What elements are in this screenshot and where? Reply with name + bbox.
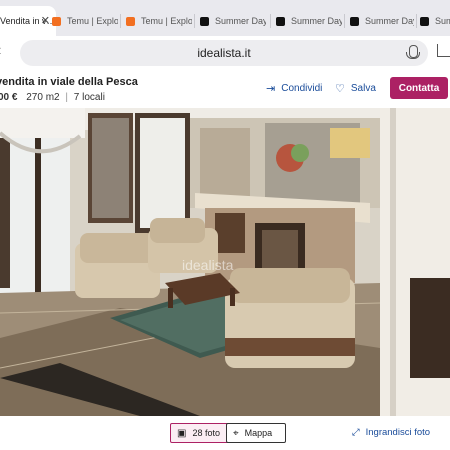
summer-day-icon [350,16,359,26]
heart-icon: ♡ [335,83,345,95]
tab-label: Temu | Explo [141,16,192,26]
share-label: Condividi [281,83,323,94]
listing-photo[interactable]: idealista [0,108,450,416]
enlarge-label: Ingrandisci foto [365,427,431,438]
back-icon[interactable]: ‹ [0,42,1,60]
tab-summer-4[interactable]: Sum [420,6,450,36]
tab-temu-2[interactable]: Temu | Explo [126,6,192,36]
listing-header: vendita in viale della Pesca 00 € 270 m2… [0,72,450,109]
tab-label: Sum [435,16,450,26]
tab-temu-1[interactable]: Temu | Explo [52,6,118,36]
tab-summer-1[interactable]: Summer Day [200,6,266,36]
map-button[interactable]: ⌖ Mappa [226,423,286,443]
photos-label: 28 foto [192,428,220,438]
meta-divider: | [65,92,68,103]
listing-meta: 00 € 270 m2 | 7 locali [0,92,105,103]
tab-label: Summer Day [291,16,342,26]
tab-separator [194,14,195,28]
summer-day-icon [420,16,429,26]
tab-summer-2[interactable]: Summer Day [276,6,342,36]
save-button[interactable]: ♡ Salva [335,82,376,95]
save-label: Salva [350,83,376,94]
enlarge-photo-button[interactable]: ⤢ Ingrandisci foto [352,427,430,438]
tab-separator [344,14,345,28]
living-room-photo: idealista [0,108,450,416]
address-bar[interactable]: idealista.it [20,40,428,66]
contact-button[interactable]: Contatta [390,77,448,99]
photo-toolbar: ▣ 28 foto ⌖ Mappa ⤢ Ingrandisci foto [0,416,450,450]
gallery-icon: ▣ [177,427,187,439]
listing-rooms: 7 locali [73,92,105,103]
map-label: Mappa [244,428,273,438]
tab-label: Summer Day [365,16,414,26]
close-tab-icon[interactable]: ✕ [41,14,50,27]
listing-area: 270 m2 [26,92,60,103]
tab-label: Summer Day [215,16,266,26]
microphone-icon[interactable] [406,45,420,59]
share-button[interactable]: ⇥ Condividi [266,82,322,95]
tab-summer-3[interactable]: Summer Day [350,6,414,36]
tab-active[interactable]: Vendita in v… ✕ [0,6,56,36]
temu-icon [126,16,135,26]
address-bar-row: ‹ idealista.it [0,36,450,70]
url-text: idealista.it [197,46,251,60]
share-arrow-icon: ⇥ [266,83,276,95]
tab-label: Temu | Explo [67,16,118,26]
map-pin-icon: ⌖ [233,427,239,439]
summer-day-icon [200,16,209,26]
share-icon[interactable] [437,44,450,57]
tab-separator [416,14,417,28]
tab-separator [270,14,271,28]
listing-price: 00 € [0,92,18,103]
temu-icon [52,16,61,26]
summer-day-icon [276,16,285,26]
tab-separator [120,14,121,28]
photo-watermark: idealista [182,257,234,273]
listing-title: vendita in viale della Pesca [0,76,138,88]
expand-icon: ⤢ [352,427,360,438]
